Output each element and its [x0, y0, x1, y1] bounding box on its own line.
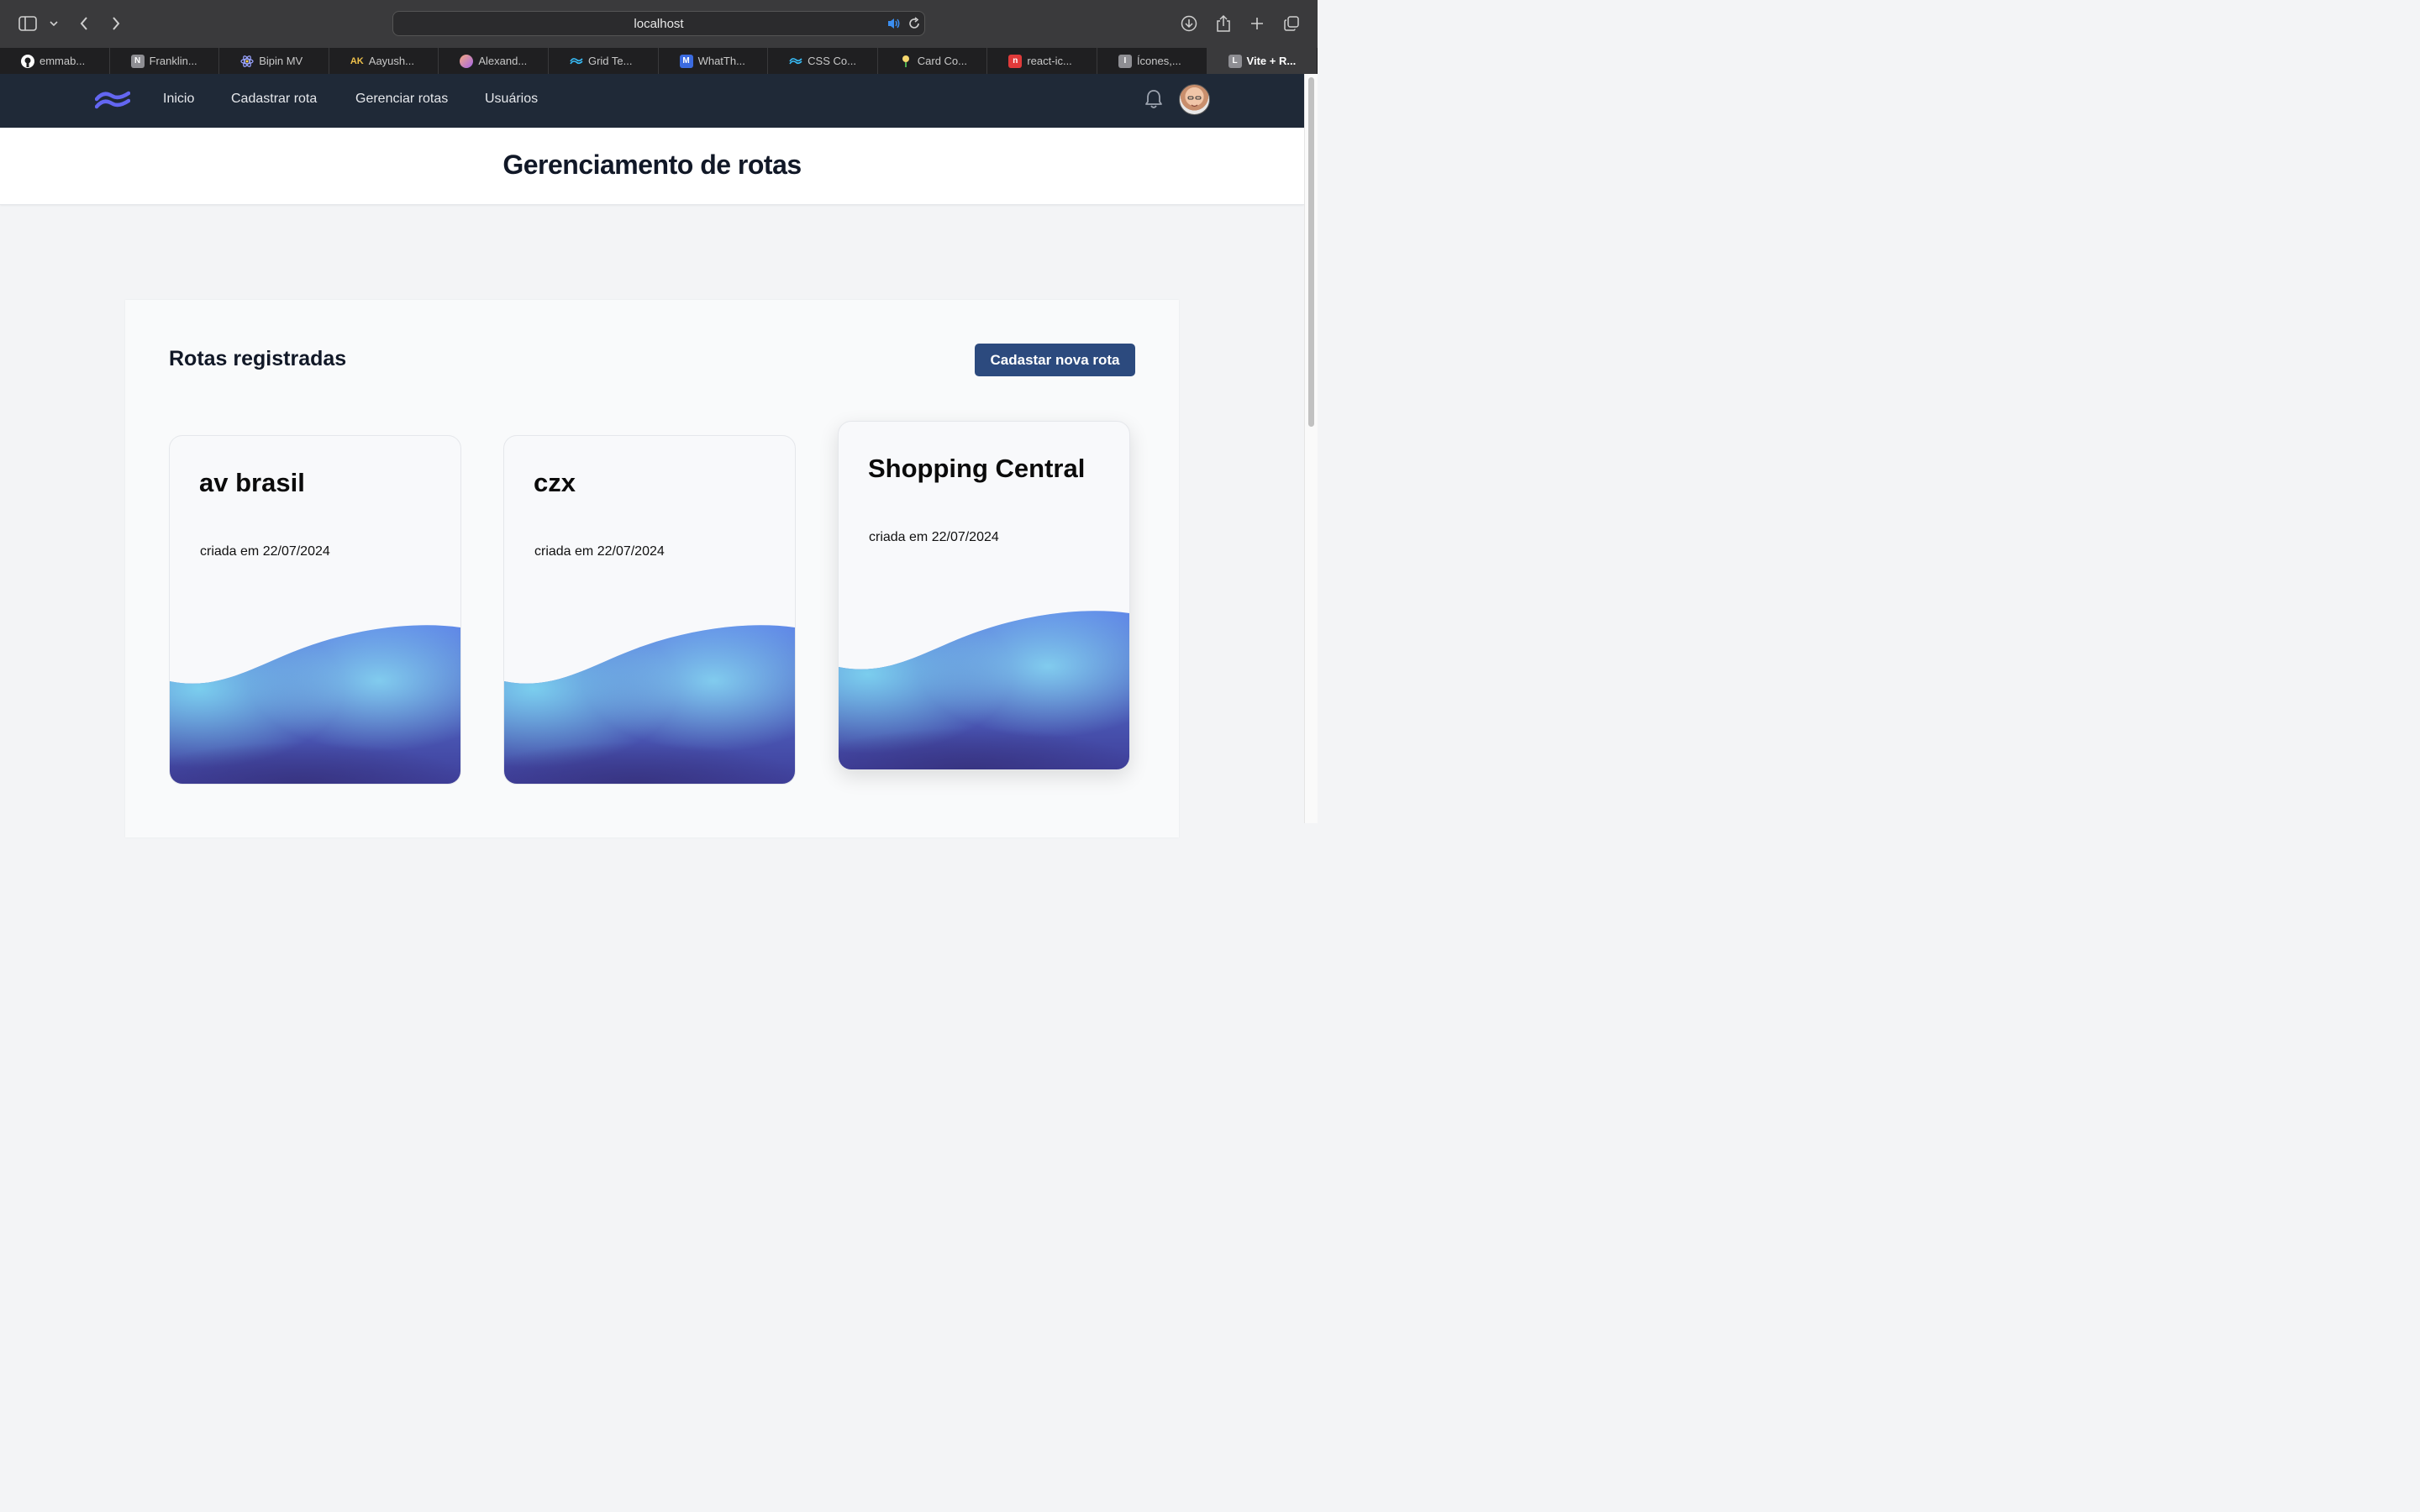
browser-tab[interactable]: AK Aayush... [329, 48, 439, 74]
page-header: Gerenciamento de rotas [0, 128, 1304, 205]
scrollbar-thumb[interactable] [1308, 77, 1314, 427]
wave-decoration-icon [504, 625, 795, 784]
route-card-title: av brasil [199, 468, 305, 497]
browser-tab[interactable]: emmab... [0, 48, 110, 74]
browser-tab[interactable]: CSS Co... [768, 48, 878, 74]
browser-tab[interactable]: I Ícones,... [1097, 48, 1207, 74]
tab-label: react-ic... [1027, 55, 1072, 67]
leaf-icon [899, 55, 913, 68]
tab-overview-icon[interactable] [1280, 12, 1303, 35]
i-icon: I [1118, 54, 1132, 68]
route-card-title: Shopping Central [868, 454, 1086, 483]
tailwind-icon [570, 55, 583, 68]
wave-decoration-icon [839, 611, 1129, 769]
routes-heading: Rotas registradas [169, 347, 347, 370]
nav-cadastrar-rota[interactable]: Cadastrar rota [231, 92, 317, 107]
tab-bar: emmab... N Franklin... Bipin MV AK Aayush.… [0, 48, 1318, 74]
reload-icon[interactable] [908, 17, 921, 34]
address-bar[interactable]: localhost [392, 11, 925, 36]
tab-label: emmab... [39, 55, 86, 67]
route-card[interactable]: czx criada em 22/07/2024 [503, 435, 796, 785]
nav-usuarios[interactable]: Usuários [485, 92, 538, 107]
browser-tab[interactable]: M WhatTh... [659, 48, 769, 74]
download-icon[interactable] [1177, 12, 1201, 35]
app-navbar: Inicio Cadastrar rota Gerenciar rotas Us… [0, 74, 1304, 128]
route-card-date: criada em 22/07/2024 [200, 544, 330, 559]
tab-label: Vite + R... [1246, 55, 1297, 67]
tab-label: Ícones,... [1136, 55, 1181, 67]
notion-icon: N [130, 54, 145, 68]
forward-icon[interactable] [104, 12, 128, 35]
share-icon[interactable] [1212, 12, 1235, 35]
new-route-button[interactable]: Cadastar nova rota [975, 344, 1135, 376]
browser-tab[interactable]: Bipin MV [219, 48, 329, 74]
route-card-date: criada em 22/07/2024 [869, 530, 999, 544]
speaker-icon[interactable] [886, 17, 902, 34]
browser-titlebar: localhost [0, 0, 1318, 48]
tab-label: Aayush... [368, 55, 414, 67]
page-scrollbar[interactable] [1304, 74, 1318, 823]
ak-icon: AK [350, 55, 364, 66]
react-icons-icon: n [1008, 54, 1023, 68]
route-card[interactable]: av brasil criada em 22/07/2024 [169, 435, 461, 785]
tab-label: WhatTh... [697, 55, 745, 67]
browser-tab-active[interactable]: L Vite + R... [1207, 48, 1318, 74]
browser-tab[interactable]: Card Co... [878, 48, 988, 74]
chevron-down-icon[interactable] [42, 12, 66, 35]
avatar-icon [460, 54, 474, 68]
browser-tab[interactable]: N Franklin... [110, 48, 220, 74]
routes-panel: Rotas registradas Cadastar nova rota av … [125, 300, 1179, 837]
route-card-date: criada em 22/07/2024 [534, 544, 665, 559]
tailwind-logo-icon[interactable] [94, 89, 131, 115]
wave-decoration-icon [170, 625, 460, 784]
l-icon: L [1228, 54, 1242, 68]
atom-icon [240, 55, 254, 68]
browser-tab[interactable]: Grid Te... [549, 48, 659, 74]
tab-label: Bipin MV [259, 55, 303, 67]
avatar[interactable] [1179, 84, 1210, 115]
browser-tab[interactable]: Alexand... [439, 48, 549, 74]
new-tab-icon[interactable] [1245, 12, 1269, 35]
page-title: Gerenciamento de rotas [502, 150, 802, 180]
sidebar-toggle-icon[interactable] [16, 12, 39, 35]
bell-icon[interactable] [1144, 88, 1163, 114]
tab-label: Alexand... [478, 55, 528, 67]
tab-label: CSS Co... [808, 55, 856, 67]
route-card-title: czx [534, 468, 576, 497]
route-card-hovered[interactable]: Shopping Central criada em 22/07/2024 [838, 421, 1130, 770]
tab-label: Card Co... [917, 55, 967, 67]
browser-tab[interactable]: n react-ic... [987, 48, 1097, 74]
back-icon[interactable] [72, 12, 96, 35]
url-text: localhost [634, 17, 684, 31]
github-icon [21, 54, 34, 68]
tab-label: Grid Te... [587, 55, 633, 67]
whatthefont-icon: M [679, 54, 693, 68]
nav-inicio[interactable]: Inicio [163, 92, 194, 107]
tailwind-icon [789, 55, 802, 68]
nav-gerenciar-rotas[interactable]: Gerenciar rotas [355, 92, 448, 107]
tab-label: Franklin... [149, 55, 197, 67]
